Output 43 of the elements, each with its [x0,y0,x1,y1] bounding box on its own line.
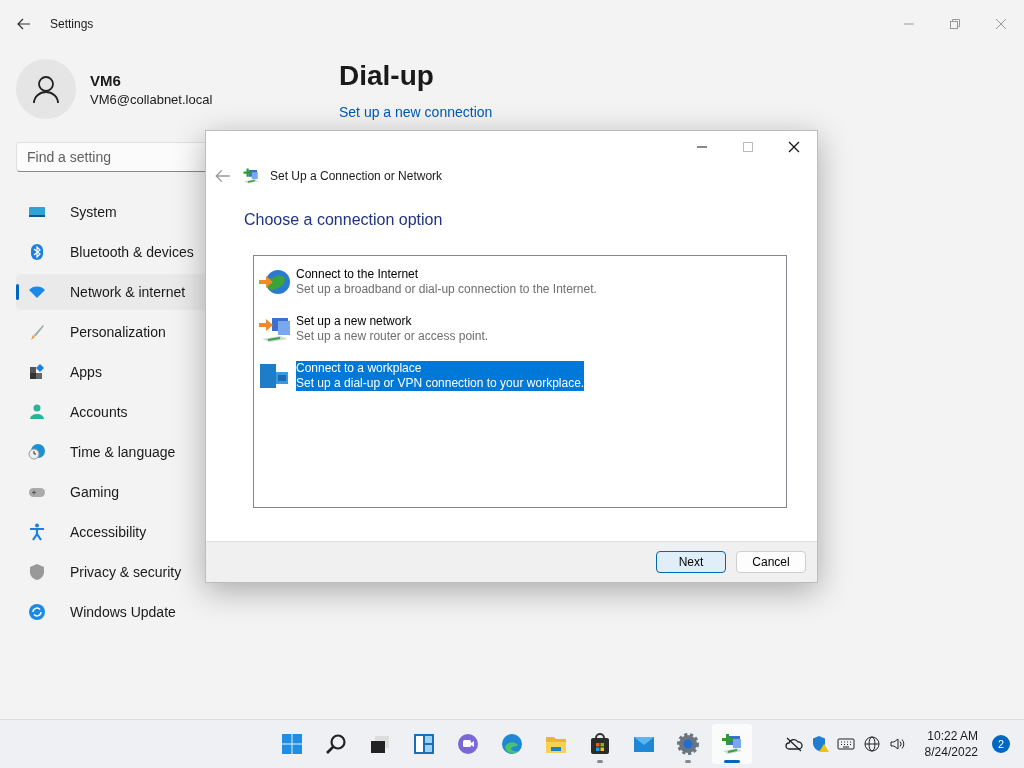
dialog-title: Set Up a Connection or Network [270,169,443,183]
accessibility-icon [28,523,46,541]
network-setup-icon [720,732,744,756]
page-title: Dial-up [339,60,435,92]
widgets-icon [412,732,436,756]
browser-icon [500,732,524,756]
dialog-heading: Choose a connection option [244,211,444,229]
search-icon [324,732,348,756]
user-name: VM6 [90,71,122,89]
window-title: Settings [50,17,94,31]
maximize-icon [742,141,754,153]
settings-icon [676,732,700,756]
video-chat-icon [456,732,480,756]
globe-icon[interactable] [862,735,881,753]
user-email: VM6@collabnet.local [90,91,213,107]
network-setup-icon [242,167,260,185]
windows-logo-icon [280,732,304,756]
keyboard-icon[interactable] [836,735,855,753]
close-icon [995,18,1007,30]
close-icon [788,141,800,153]
shield-warning-icon[interactable] [810,735,829,753]
privacy-icon [28,563,46,581]
clock[interactable]: 10:22 AM 8/24/2022 [924,728,978,760]
update-icon [28,603,46,621]
sidebar-item[interactable]: Accessibility [16,514,296,550]
store-bag-icon [588,732,612,756]
sidebar-item[interactable]: Privacy & security [16,554,296,590]
restore-icon [949,18,961,30]
next-button[interactable]: Next [656,551,726,573]
speaker-icon[interactable] [888,735,907,753]
sidebar-item[interactable]: Windows Update [16,594,296,630]
apps-icon [28,363,46,381]
back-arrow-icon[interactable] [16,16,32,32]
sidebar-item[interactable]: Apps [16,354,296,390]
new-connection-link[interactable]: Set up a new connection [339,104,493,120]
brush-icon [28,323,46,341]
notification-badge[interactable]: 2 [992,735,1010,753]
sidebar-item[interactable]: Accounts [16,394,296,430]
cancel-button[interactable]: Cancel [736,551,806,573]
cloud-offline-icon[interactable] [784,735,803,753]
time-icon [28,443,46,461]
accounts-icon [28,403,46,421]
bluetooth-icon [28,243,46,261]
